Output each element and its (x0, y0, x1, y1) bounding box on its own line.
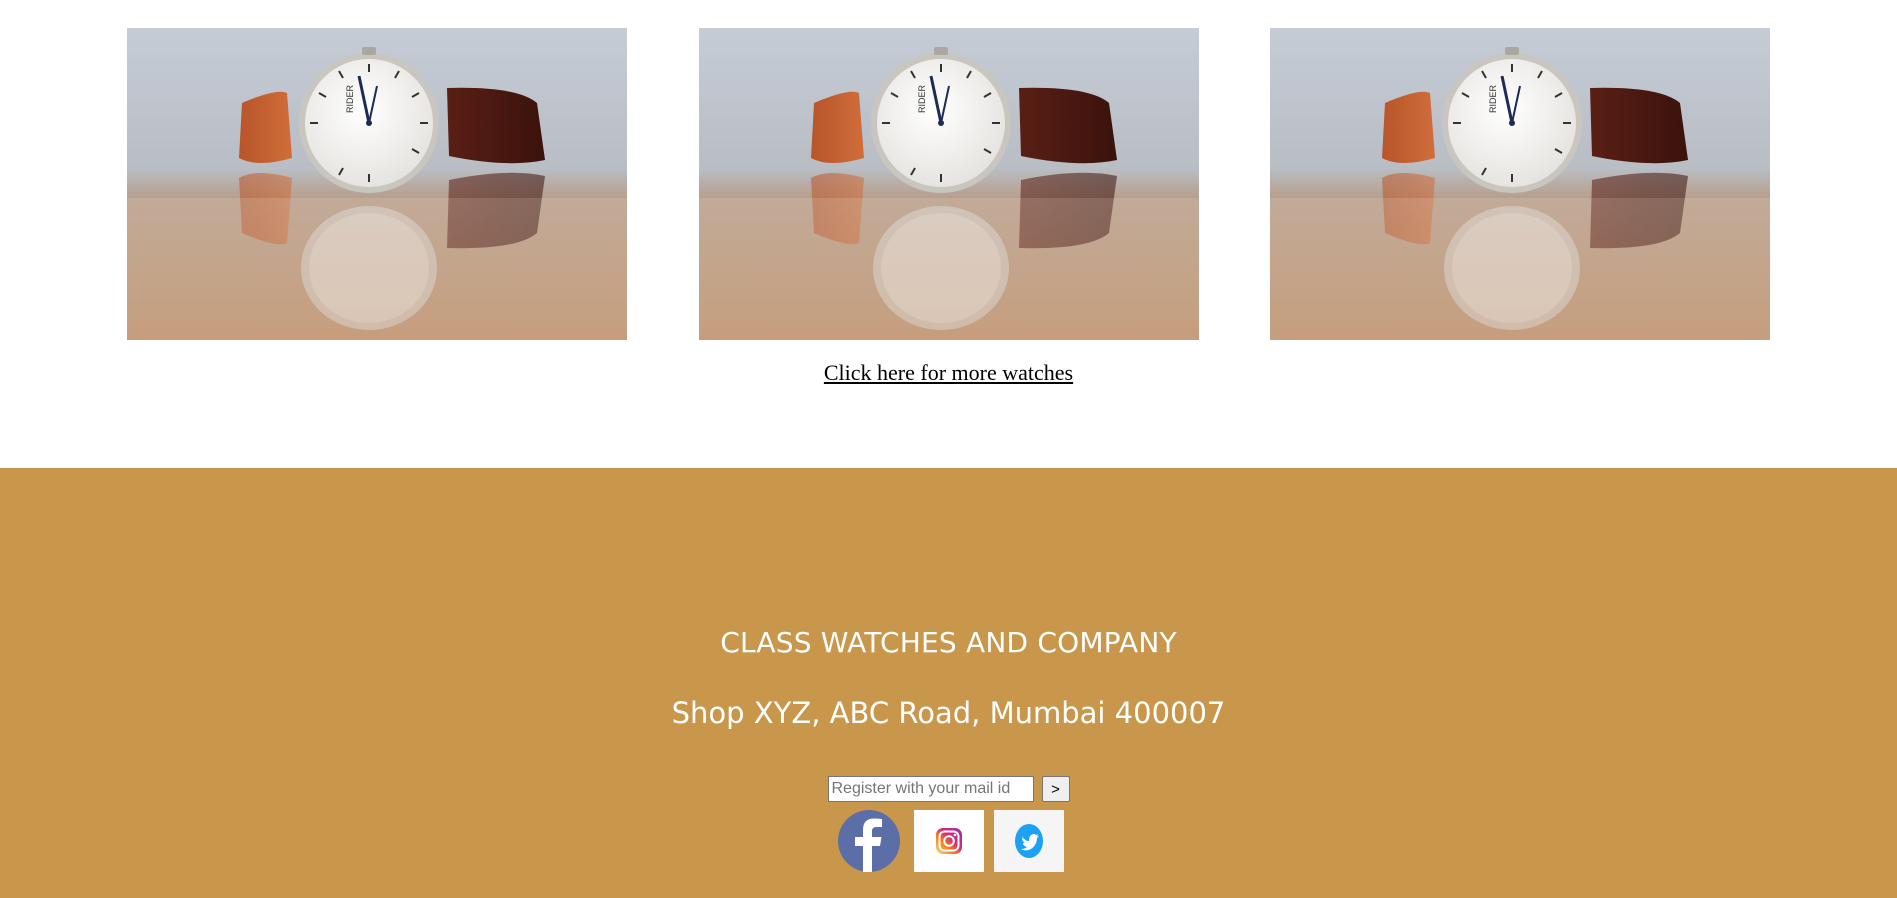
instagram-icon[interactable] (913, 810, 984, 872)
company-name: CLASS WATCHES AND COMPANY (720, 626, 1177, 659)
register-form: > (0, 776, 1897, 802)
facebook-icon[interactable] (833, 810, 904, 872)
watch-brand-text: RIDER (1488, 84, 1498, 113)
more-watches-link[interactable]: Click here for more watches (824, 360, 1073, 385)
watch-image[interactable]: RIDER (1270, 28, 1770, 340)
footer: CLASS WATCHES AND COMPANY Shop XYZ, ABC … (0, 468, 1897, 898)
watch-image[interactable]: RIDER (699, 28, 1199, 340)
register-email-input[interactable] (827, 776, 1034, 802)
watch-brand-text: RIDER (345, 84, 355, 113)
more-watches-container: Click here for more watches (0, 360, 1897, 386)
watch-image[interactable]: RIDER (127, 28, 627, 340)
watch-photo: RIDER (1270, 28, 1770, 340)
watch-photo: RIDER (699, 28, 1199, 340)
register-submit-button[interactable]: > (1041, 776, 1070, 802)
twitter-icon[interactable] (993, 810, 1064, 872)
watch-brand-text: RIDER (917, 84, 927, 113)
social-links (0, 810, 1897, 872)
watch-gallery: RIDER RIDER RIDER (0, 28, 1897, 340)
company-address: Shop XYZ, ABC Road, Mumbai 400007 (671, 696, 1226, 730)
watch-photo: RIDER (127, 28, 627, 340)
